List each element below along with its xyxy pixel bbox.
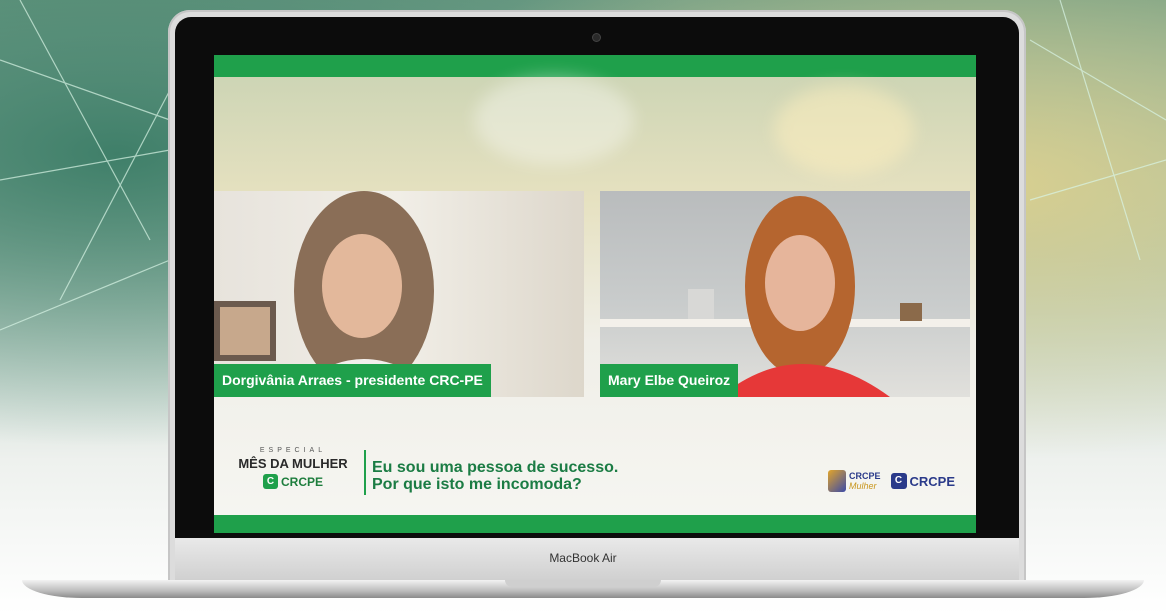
mulher-logo-sub: Mulher — [849, 481, 877, 491]
especial-brand: ESPECIAL MÊS DA MULHER C CRCPE — [228, 447, 358, 489]
laptop-hinge-notch — [505, 580, 661, 587]
crcpe-mulher-logo: CRCPE Mulher — [828, 470, 881, 492]
broadcast-screen: Dorgivânia Arraes - presidente CRC-PE Ma… — [214, 55, 976, 533]
crcpe-logo-icon: C — [890, 473, 907, 489]
partner-logos: CRCPE Mulher C CRCPE — [828, 470, 955, 492]
footer-divider — [364, 450, 366, 495]
crcpe-logo-text: CRCPE — [909, 473, 956, 489]
crcpe-logo: C CRCPE — [890, 473, 956, 489]
headline-line-2: Por que isto me incomoda? — [372, 476, 582, 493]
crc-logo-icon: C — [262, 474, 278, 489]
brand-mes-text: MÊS DA MULHER — [238, 456, 348, 471]
participant-name-tag: Mary Elbe Queiroz — [600, 364, 739, 397]
webcam-icon — [593, 34, 600, 41]
brand-crc: C CRCPE — [228, 474, 358, 489]
bottom-green-bar — [214, 515, 976, 533]
mulher-logo-icon — [828, 470, 846, 492]
top-green-bar — [214, 55, 976, 77]
participant-name-tag: Dorgivânia Arraes - presidente CRC-PE — [214, 364, 491, 397]
participant-video-right[interactable]: Mary Elbe Queiroz — [600, 191, 970, 397]
episode-headline: Eu sou uma pessoa de sucesso. Por que is… — [372, 459, 618, 493]
bokeh-light — [474, 75, 634, 165]
bokeh-light — [774, 85, 914, 175]
mulher-logo-title: CRCPE — [849, 471, 881, 481]
participant-video-left[interactable]: Dorgivânia Arraes - presidente CRC-PE — [214, 191, 584, 397]
brand-especial-text: ESPECIAL — [259, 447, 327, 454]
laptop-model-label: MacBook Air — [549, 551, 617, 565]
brand-crc-text: CRCPE — [280, 474, 323, 489]
headline-line-1: Eu sou uma pessoa de sucesso. — [372, 459, 619, 476]
